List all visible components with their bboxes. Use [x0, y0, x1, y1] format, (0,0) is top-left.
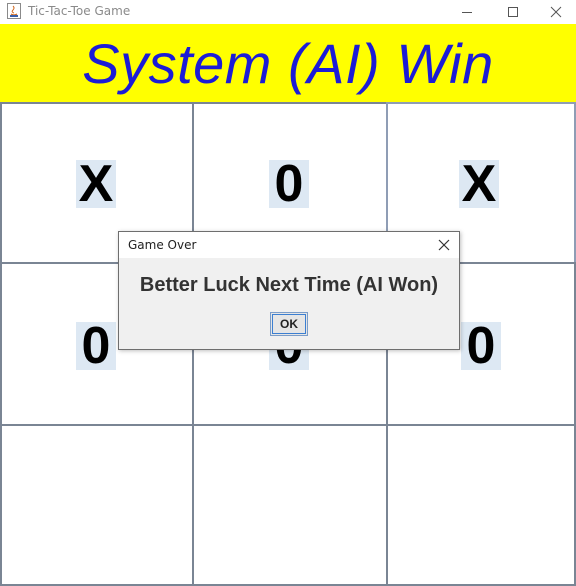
board-cell-8[interactable]	[192, 424, 388, 586]
dialog-titlebar: Game Over	[119, 232, 459, 258]
dialog-title: Game Over	[128, 238, 197, 252]
window-titlebar: Tic-Tac-Toe Game	[0, 0, 576, 24]
maximize-button[interactable]	[490, 0, 536, 24]
close-icon	[438, 239, 450, 251]
board-cell-7[interactable]	[0, 424, 194, 586]
dialog-close-button[interactable]	[435, 236, 453, 254]
cell-mark: 0	[461, 317, 501, 375]
cell-mark: X	[76, 155, 116, 213]
result-banner: System (AI) Win	[0, 24, 576, 102]
ok-button[interactable]: OK	[270, 312, 308, 336]
maximize-icon	[508, 7, 518, 17]
dialog-message: Better Luck Next Time (AI Won)	[139, 274, 439, 296]
java-app-icon	[7, 3, 21, 19]
minimize-button[interactable]	[444, 0, 490, 24]
game-over-dialog: Game Over Better Luck Next Time (AI Won)…	[118, 231, 460, 350]
window-title: Tic-Tac-Toe Game	[28, 4, 131, 18]
cell-mark: 0	[76, 317, 116, 375]
cell-mark: 0	[269, 155, 309, 213]
cell-mark: X	[459, 155, 499, 213]
close-icon	[550, 6, 562, 18]
close-button[interactable]	[536, 0, 576, 24]
result-banner-text: System (AI) Win	[82, 31, 494, 95]
board-cell-9[interactable]	[386, 424, 576, 586]
minimize-icon	[462, 12, 472, 13]
